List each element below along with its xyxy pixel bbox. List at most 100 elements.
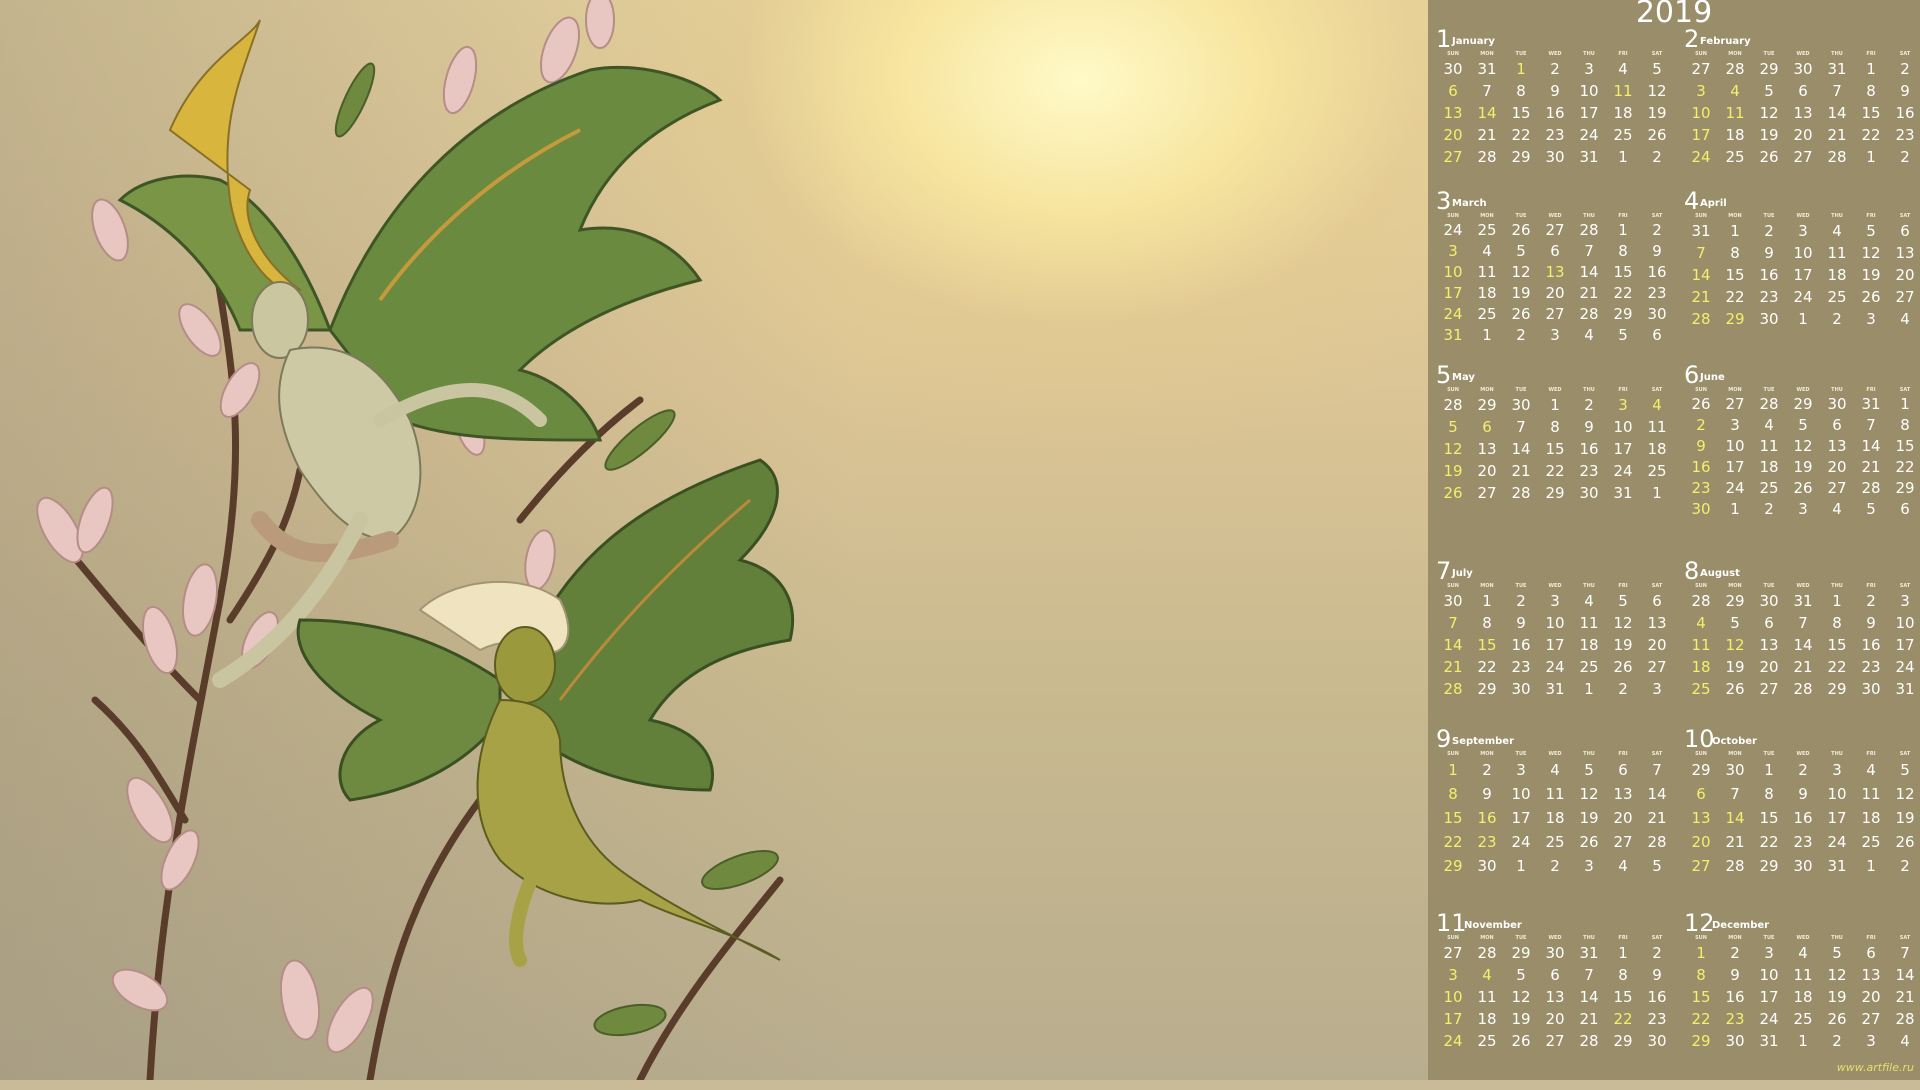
weekday-label: WED — [1548, 387, 1562, 393]
month-november: 11 November SUN MON TUE WED THU FRI SAT 27 28 29 30 3… — [1436, 910, 1674, 1090]
day-cell: 13 — [1545, 263, 1565, 281]
day-cell: 15 — [1827, 636, 1847, 654]
day-cell: 25 — [1545, 833, 1565, 851]
day-cell: 15 — [1613, 263, 1633, 281]
day-cell: 30 — [1511, 396, 1531, 414]
day-cell: 29 — [1827, 680, 1847, 698]
day-cell: 27 — [1725, 395, 1745, 413]
day-cell: 26 — [1827, 1010, 1847, 1028]
day-cell: 9 — [1550, 82, 1560, 100]
day-cell: 27 — [1647, 658, 1667, 676]
day-cell: 3 — [1798, 500, 1808, 518]
month-number: 7 — [1436, 557, 1452, 585]
day-cell: 21 — [1511, 462, 1531, 480]
day-cell: 28 — [1691, 592, 1711, 610]
day-cell: 8 — [1618, 242, 1628, 260]
day-cell: 6 — [1448, 82, 1458, 100]
month-name: November — [1464, 920, 1522, 931]
day-cell: 5 — [1798, 416, 1808, 434]
day-cell: 13 — [1691, 809, 1711, 827]
weekday-label: FRI — [1618, 387, 1628, 393]
day-cell: 30 — [1861, 680, 1881, 698]
day-cell: 31 — [1545, 680, 1565, 698]
weekday-label: TUE — [1763, 751, 1775, 757]
day-cell: 21 — [1827, 126, 1847, 144]
day-cell: 29 — [1613, 305, 1633, 323]
day-cell: 23 — [1647, 284, 1667, 302]
day-cell: 29 — [1545, 484, 1565, 502]
day-cell: 4 — [1618, 857, 1628, 875]
weekday-label: FRI — [1618, 583, 1628, 589]
day-cell: 1 — [1730, 500, 1740, 518]
day-cell: 14 — [1725, 809, 1745, 827]
day-cell: 24 — [1759, 1010, 1779, 1028]
day-cell: 20 — [1793, 126, 1813, 144]
day-cell: 3 — [1550, 592, 1560, 610]
day-cell: 3 — [1516, 761, 1526, 779]
weekday-label: WED — [1796, 387, 1810, 393]
day-cell: 13 — [1759, 636, 1779, 654]
weekday-label: SAT — [1899, 751, 1911, 757]
weekday-label: TUE — [1515, 583, 1527, 589]
day-cell: 27 — [1827, 479, 1847, 497]
day-cell: 22 — [1861, 126, 1881, 144]
day-cell: 22 — [1613, 284, 1633, 302]
day-cell: 26 — [1443, 484, 1463, 502]
day-cell: 2 — [1618, 680, 1628, 698]
weekday-label: TUE — [1763, 935, 1775, 941]
day-cell: 17 — [1725, 458, 1745, 476]
day-cell: 4 — [1584, 592, 1594, 610]
month-number: 8 — [1684, 557, 1700, 585]
day-cell: 28 — [1647, 833, 1667, 851]
day-cell: 2 — [1764, 500, 1774, 518]
day-cell: 26 — [1511, 1032, 1531, 1050]
day-cell: 4 — [1652, 396, 1662, 414]
day-cell: 6 — [1866, 944, 1876, 962]
day-cell: 10 — [1793, 244, 1813, 262]
weekday-label: MON — [1480, 751, 1494, 757]
day-cell: 28 — [1895, 1010, 1915, 1028]
weekday-label: FRI — [1618, 213, 1628, 219]
day-cell: 8 — [1448, 785, 1458, 803]
day-cell: 30 — [1545, 148, 1565, 166]
weekday-label: THU — [1583, 387, 1595, 393]
day-cell: 26 — [1725, 680, 1745, 698]
weekday-header: SUN MON TUE WED THU FRI SAT — [1684, 50, 1920, 58]
day-cell: 9 — [1900, 82, 1910, 100]
month-header: 9 September — [1436, 726, 1674, 752]
day-cell: 23 — [1793, 833, 1813, 851]
day-cell: 3 — [1584, 60, 1594, 78]
day-cell: 27 — [1861, 1010, 1881, 1028]
day-cell: 17 — [1443, 284, 1463, 302]
month-header: 5 May — [1436, 362, 1674, 388]
day-cell: 27 — [1443, 148, 1463, 166]
day-cell: 9 — [1866, 614, 1876, 632]
day-cell: 9 — [1652, 242, 1662, 260]
day-cell: 27 — [1895, 288, 1915, 306]
day-cell: 15 — [1861, 104, 1881, 122]
weekday-label: MON — [1728, 935, 1742, 941]
day-cell: 30 — [1759, 310, 1779, 328]
day-cell: 3 — [1448, 966, 1458, 984]
day-cell: 19 — [1511, 1010, 1531, 1028]
day-cell: 9 — [1584, 418, 1594, 436]
month-may: 5 May SUN MON TUE WED THU FRI SAT 28 29 30 1 2 3 4 5 6 7 8 9… — [1436, 362, 1674, 542]
day-cell: 20 — [1691, 833, 1711, 851]
day-cell: 18 — [1477, 1010, 1497, 1028]
day-cell: 22 — [1691, 1010, 1711, 1028]
day-cell: 24 — [1545, 658, 1565, 676]
day-cell: 2 — [1764, 222, 1774, 240]
watermark: www.artfile.ru — [1836, 1061, 1914, 1074]
day-grid: 29 30 1 2 3 4 5 6 7 8 9 10 11 12 13 14 15 16 17 18 19 20 21 22 2… — [1684, 758, 1920, 878]
day-cell: 31 — [1827, 857, 1847, 875]
day-cell: 15 — [1443, 809, 1463, 827]
weekday-label: FRI — [1618, 935, 1628, 941]
day-cell: 24 — [1443, 221, 1463, 239]
month-number: 2 — [1684, 25, 1700, 53]
day-cell: 24 — [1443, 305, 1463, 323]
day-cell: 3 — [1448, 242, 1458, 260]
weekday-label: SAT — [1651, 751, 1663, 757]
day-cell: 29 — [1793, 395, 1813, 413]
day-cell: 22 — [1613, 1010, 1633, 1028]
day-cell: 28 — [1443, 680, 1463, 698]
